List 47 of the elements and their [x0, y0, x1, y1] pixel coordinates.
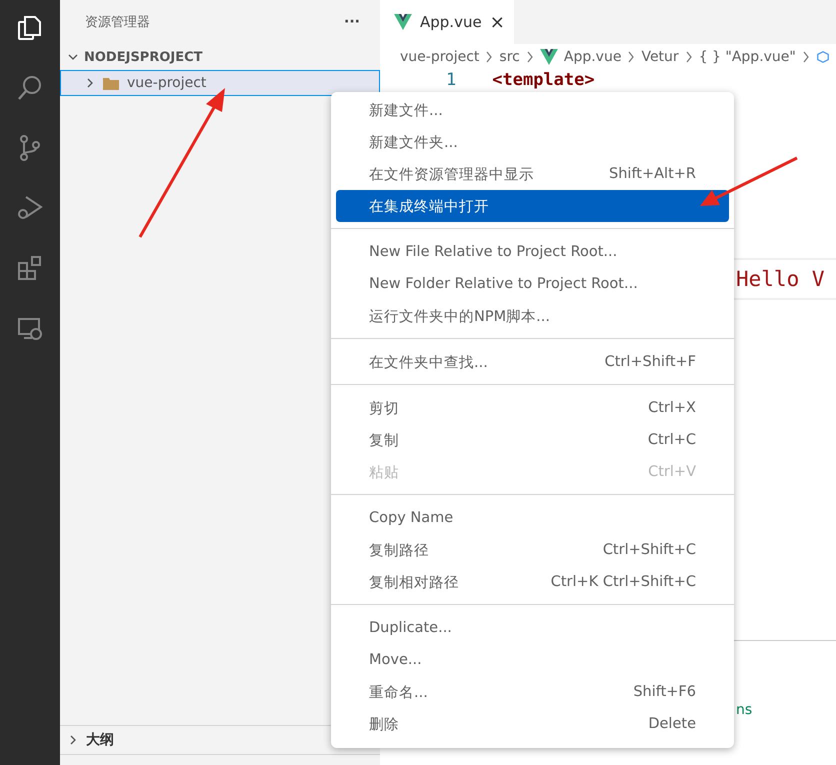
breadcrumb-item[interactable]: src — [499, 49, 520, 65]
menu-item[interactable]: 复制相对路径 Ctrl+K Ctrl+Shift+C — [336, 566, 729, 598]
menu-item[interactable]: 运行文件夹中的NPM脚本... — [336, 300, 729, 332]
menu-item[interactable]: 重命名... Shift+F6 — [336, 676, 729, 708]
menu-item[interactable]: 新建文件夹... — [336, 126, 729, 158]
extensions-icon[interactable] — [16, 254, 44, 282]
editor-tab[interactable]: App.vue × — [380, 0, 514, 44]
section-header[interactable]: NODEJSPROJECT — [60, 44, 380, 70]
chevron-icon — [68, 52, 78, 62]
menu-item[interactable]: Duplicate... — [336, 612, 729, 644]
menu-item[interactable]: New File Relative to Project Root... — [336, 236, 729, 268]
chevron-icon — [684, 51, 693, 63]
menu-item[interactable]: 在文件资源管理器中显示 Shift+Alt+R — [336, 158, 729, 190]
chevron-icon — [485, 51, 494, 63]
vue-logo-icon — [394, 14, 412, 30]
menu-item[interactable]: Move... — [336, 644, 729, 676]
menu-item[interactable]: 剪切 Ctrl+X — [336, 392, 729, 424]
menu-item[interactable]: New Folder Relative to Project Root... — [336, 268, 729, 300]
code-text: <template> — [492, 70, 595, 90]
line-number: 1 — [446, 70, 456, 90]
more-actions-button[interactable]: ··· — [344, 14, 360, 30]
search-icon[interactable] — [16, 74, 44, 102]
files-icon[interactable] — [16, 14, 44, 42]
close-icon[interactable]: × — [490, 12, 505, 32]
menu-item[interactable]: 复制路径 Ctrl+Shift+C — [336, 534, 729, 566]
breadcrumb-item[interactable]: { } "App.vue" — [698, 49, 796, 65]
menu-item[interactable]: 在集成终端中打开 — [336, 190, 729, 222]
menu-item[interactable]: 复制 Ctrl+C — [336, 424, 729, 456]
breadcrumb-item[interactable]: App.vue — [564, 49, 622, 65]
chevron-icon — [68, 735, 78, 745]
chevron-icon — [802, 51, 810, 63]
folder-icon — [103, 76, 119, 90]
menu-item[interactable]: 新建文件... — [336, 94, 729, 126]
code-text: Hello V — [736, 267, 825, 291]
sidebar-title: 资源管理器 — [85, 14, 150, 31]
folder-item[interactable]: vue-project — [60, 70, 380, 96]
breadcrumb-item[interactable]: Vetur — [641, 49, 679, 65]
breadcrumb-item[interactable]: vue-project — [400, 49, 480, 65]
code-text: ns — [736, 702, 752, 718]
chevron-icon — [85, 78, 95, 88]
cube-icon — [816, 49, 830, 65]
vue-logo-icon — [540, 49, 558, 65]
run-debug-icon[interactable] — [16, 194, 44, 222]
chevron-icon — [526, 51, 534, 63]
menu-item[interactable]: Copy Name — [336, 502, 729, 534]
chevron-icon — [627, 51, 636, 63]
menu-item[interactable]: 在文件夹中查找... Ctrl+Shift+F — [336, 346, 729, 378]
